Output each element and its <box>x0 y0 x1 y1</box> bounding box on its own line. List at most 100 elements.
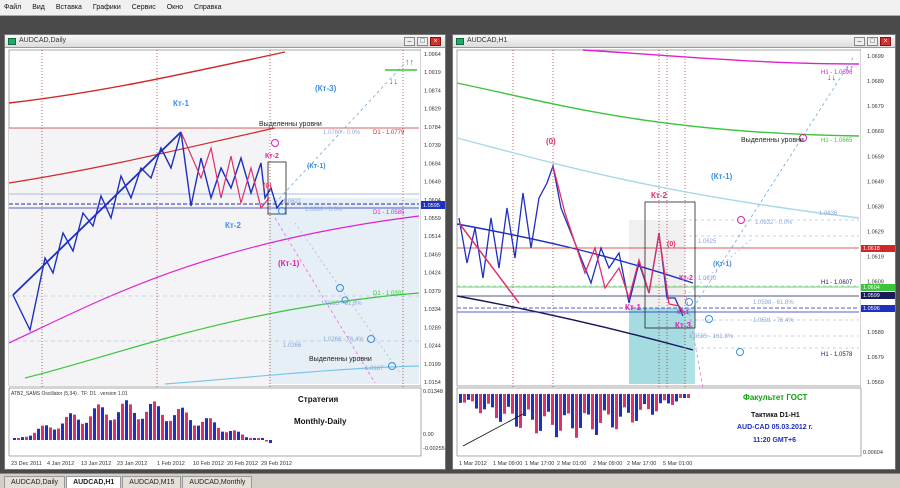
osc-bar <box>643 394 646 405</box>
strategy-label: Стратегия <box>298 395 339 404</box>
price-tick: 1.0639 <box>867 204 884 210</box>
osc-bar <box>615 394 618 430</box>
fib-level-top: 1.0636 <box>819 211 838 217</box>
date-tick: 20 Feb 2012 <box>227 461 258 467</box>
osc-bar <box>511 394 514 414</box>
osc-bar <box>85 422 88 440</box>
label-kt1: Кт-1 <box>173 99 189 108</box>
osc-bar <box>567 394 570 414</box>
osc-bar <box>579 394 582 428</box>
price-tick: 1.0514 <box>424 234 441 240</box>
date-tick: 10 Feb 2012 <box>193 461 224 467</box>
menu-view[interactable]: Вид <box>32 4 45 11</box>
osc-bar <box>145 411 148 440</box>
label-d1-mid: D1 - 1.0585 <box>373 210 405 216</box>
price-tick: 1.0964 <box>424 52 441 58</box>
maximize-button[interactable]: □ <box>867 37 878 46</box>
osc-bar <box>515 394 518 427</box>
h1-chart[interactable]: ↓↓ ↑↑ (0) Кт-2 (Кт-1) (0) (Кт-1) Кт-2 Кт… <box>453 48 895 469</box>
minimize-button[interactable]: – <box>854 37 865 46</box>
osc-bar <box>153 401 156 440</box>
date-tick: 2 Mar 09:00 <box>593 461 622 467</box>
menu-insert[interactable]: Вставка <box>56 4 82 11</box>
osc-bar <box>49 427 52 440</box>
osc-bar <box>683 394 686 398</box>
price-marker-blue: 1.0596 <box>863 306 880 312</box>
osc-bar <box>141 418 144 440</box>
osc-bar <box>535 394 538 434</box>
price-tick: 1.0649 <box>424 180 441 186</box>
down-arrow-icon: ↓↓ <box>389 76 398 86</box>
label-kt2-top: Кт-2 <box>265 153 279 160</box>
menu-charts[interactable]: Графики <box>93 4 121 11</box>
strategy-sub: Monthly-Daily <box>294 417 347 426</box>
osc-bar <box>157 406 160 440</box>
osc-bar <box>599 394 602 423</box>
osc-bar <box>619 394 622 417</box>
maximize-button[interactable]: □ <box>417 37 428 46</box>
osc-bar <box>543 394 546 417</box>
osc-bar <box>635 394 638 421</box>
window-titlebar[interactable]: AUDCAD,Daily – □ × <box>5 35 445 48</box>
osc-bar <box>499 394 502 422</box>
date-tick: 2 Mar 17:00 <box>627 461 656 467</box>
chart-window-h1[interactable]: AUDCAD,H1 – □ × ↓↓ ↑↑ (0) Кт-2 (Кт-1) (0… <box>452 34 896 470</box>
price-tick: 1.0919 <box>424 70 441 76</box>
menu-help[interactable]: Справка <box>194 4 221 11</box>
price-tick: 1.0739 <box>424 143 441 149</box>
date-tick: 4 Jan 2012 <box>47 461 74 467</box>
osc-bar <box>185 412 188 440</box>
close-button[interactable]: × <box>430 37 441 46</box>
osc-bar <box>177 408 180 440</box>
tab-audcad-m15[interactable]: AUDCAD,M15 <box>122 476 182 488</box>
fib-level-1618: 1.0585 - 161.8% <box>689 334 734 340</box>
osc-bar <box>611 394 614 428</box>
label-kt3: (Кт-3) <box>315 84 337 93</box>
osc-bar <box>97 404 100 440</box>
osc-bar <box>627 394 630 413</box>
menu-window[interactable]: Окно <box>167 4 183 11</box>
osc-bar <box>77 419 80 440</box>
osc-bar <box>547 394 550 412</box>
osc-bar <box>539 394 542 431</box>
up-arrow-icon: ↑↑ <box>405 57 414 67</box>
fib-low: 1.0266 <box>283 343 302 349</box>
tab-audcad-daily[interactable]: AUDCAD,Daily <box>4 476 66 488</box>
fib-618: 1.0395 - 61.8% <box>321 301 362 307</box>
fib-764: 1.0266 - 76.4% <box>323 337 364 343</box>
label-levels-bottom: Выделенны уровни <box>309 356 372 363</box>
pair-date-label: AUD-CAD 05.03.2012 г. <box>737 424 813 431</box>
date-tick: 23 Dec 2011 <box>11 461 42 467</box>
fib-level-0: 1.0632 - 0.0% <box>755 220 793 226</box>
osc-bar <box>213 422 216 440</box>
label-kt1-paren-2: (Кт-1) <box>713 261 732 268</box>
osc-bar <box>651 394 654 415</box>
price-tick: 1.0694 <box>424 161 441 167</box>
menu-tools[interactable]: Сервис <box>132 4 156 11</box>
chart-icon <box>456 38 464 45</box>
close-button[interactable]: × <box>880 37 891 46</box>
osc-bar <box>225 432 228 440</box>
osc-bar <box>69 413 72 440</box>
fib-level-764: 1.0591 - 76.4% <box>753 318 794 324</box>
price-tick: 1.0569 <box>867 380 884 386</box>
minimize-button[interactable]: – <box>404 37 415 46</box>
osc-bar <box>173 415 176 440</box>
tab-audcad-h1[interactable]: AUDCAD,H1 <box>66 476 122 488</box>
tab-audcad-monthly[interactable]: AUDCAD,Monthly <box>182 476 253 488</box>
price-marker-green: 1.0604 <box>863 285 880 291</box>
window-titlebar[interactable]: AUDCAD,H1 – □ × <box>453 35 895 48</box>
menu-file[interactable]: Файл <box>4 4 21 11</box>
price-tick: 1.0589 <box>867 330 884 336</box>
osc-bar <box>57 428 60 440</box>
osc-bar <box>249 438 252 440</box>
daily-chart[interactable]: ↓↓ ↑↑ Кт-1 (Кт-3) (Кт-1) Кт-2 Кт-2 (0) (… <box>5 48 445 469</box>
osc-bar <box>575 394 578 438</box>
price-tick: 1.0154 <box>424 380 441 386</box>
osc-bar <box>471 394 474 402</box>
chart-window-daily[interactable]: AUDCAD,Daily – □ × ↓↓ ↑↑ Кт-1 (Кт-3) (Кт… <box>4 34 446 470</box>
osc-bar <box>563 394 566 416</box>
osc-bar <box>503 394 506 414</box>
date-tick: 13 Jan 2012 <box>81 461 111 467</box>
label-kt2: Кт-2 <box>225 221 241 230</box>
